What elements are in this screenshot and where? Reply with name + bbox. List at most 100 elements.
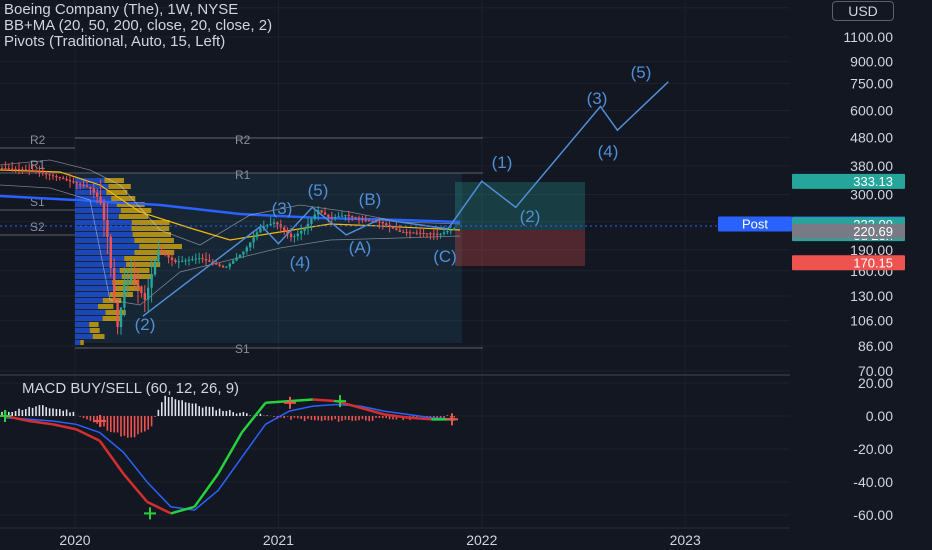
candle-body [140, 286, 143, 294]
candle-body [272, 222, 276, 224]
volume-bar-up [75, 328, 90, 333]
macd-line-segment [312, 398, 337, 403]
legend-pivots-indicator[interactable]: Pivots (Traditional, Auto, 15, Left) [4, 34, 225, 50]
volume-bar-up [75, 322, 90, 327]
candle-body [337, 216, 340, 218]
price-tag-value: 170.15 [853, 255, 893, 270]
candle-body [130, 276, 133, 281]
candle-body [164, 252, 167, 256]
price-tick-label: 900.00 [850, 53, 893, 69]
legend-bbma-indicator[interactable]: BB+MA (20, 50, 200, close, 20, close, 2) [4, 18, 272, 34]
candle-body [85, 185, 89, 187]
candle-body [215, 263, 218, 265]
volume-bar-up [75, 334, 93, 339]
volume-bar-up [75, 238, 135, 243]
volume-bar-down [105, 310, 126, 315]
candle-body [160, 250, 163, 253]
pivot-label: S1 [235, 342, 250, 356]
price-tick-label: 1100.00 [843, 29, 893, 45]
candle-body [361, 219, 364, 221]
candle-body [51, 175, 55, 177]
candle-body [21, 169, 24, 171]
candle-body [177, 261, 180, 263]
candle-body [453, 228, 456, 230]
price-axis-labels: 1400.001100.00900.00750.00600.00480.0038… [842, 0, 893, 379]
wave-label: (A) [349, 238, 372, 257]
time-tick-label: 2022 [466, 532, 497, 548]
wave-label: (C) [433, 247, 457, 266]
candle-body [357, 218, 361, 220]
candle-body [99, 196, 102, 203]
volume-bar-down [124, 256, 158, 261]
candle-body [201, 258, 204, 260]
candle-body [303, 228, 306, 231]
candle-body [378, 221, 381, 223]
volume-bar-up [75, 340, 81, 345]
candle-body [31, 169, 34, 171]
candle-body [41, 172, 44, 174]
volume-bar-down [131, 220, 170, 225]
candle-body [89, 187, 92, 189]
candle-body [72, 181, 75, 183]
candle-body [398, 230, 401, 232]
candle-body [45, 173, 48, 175]
chart-legend-title[interactable]: Boeing Company (The), 1W, NYSE [4, 2, 238, 18]
pivot-label: R1 [235, 168, 251, 182]
candle-body [150, 274, 153, 288]
candle-body [208, 260, 211, 262]
candle-body [252, 237, 255, 243]
volume-bar-down [134, 238, 174, 243]
candle-body [425, 233, 429, 235]
candle-body [123, 284, 126, 308]
candle-body [259, 227, 262, 233]
candle-body [391, 226, 395, 229]
volume-bar-down [132, 232, 172, 237]
candle-body [415, 232, 418, 234]
price-tick-label: 130.00 [850, 288, 893, 304]
volume-bar-down [131, 226, 170, 231]
macd-legend[interactable]: MACD BUY/SELL (60, 12, 26, 9) [22, 380, 239, 397]
candle-body [238, 254, 242, 258]
price-tick-label: 750.00 [850, 75, 893, 91]
candle-body [143, 293, 146, 300]
volume-bar-up [75, 250, 135, 255]
macd-tick-label: 20.00 [858, 375, 893, 391]
macd-line-segment [289, 398, 313, 403]
candle-body [109, 237, 112, 268]
volume-bar-up [75, 304, 99, 309]
candle-body [92, 188, 95, 193]
price-tick-label: 380.00 [850, 158, 893, 174]
candle-body [381, 221, 384, 224]
candle-body [221, 265, 225, 268]
price-chart[interactable]: R2R1S1S2R2R1S1 (2)(3)(4)(5)(A)(B)(C)(1)(… [0, 0, 932, 550]
candle-body [7, 168, 10, 170]
candle-body [153, 261, 157, 275]
candle-body [68, 180, 72, 182]
candle-body [395, 228, 398, 231]
candle-body [17, 169, 21, 171]
candle-body [147, 287, 150, 300]
candle-body [113, 268, 116, 302]
position-loss-zone [455, 230, 585, 266]
candle-body [75, 182, 78, 184]
candle-body [119, 307, 123, 327]
volume-bar-down [89, 322, 99, 327]
candle-body [296, 233, 299, 237]
candle-body [255, 232, 259, 238]
candle-body [313, 214, 316, 220]
wave-label: (5) [631, 63, 652, 82]
candle-body [58, 177, 61, 179]
candle-body [368, 220, 371, 222]
volume-bar-down [113, 286, 140, 291]
candle-body [327, 214, 330, 217]
currency-selector[interactable]: USD [832, 1, 894, 21]
candle-body [300, 230, 303, 234]
wave-label: (3) [587, 89, 608, 108]
wave-label: (2) [135, 315, 156, 334]
candle-body [174, 259, 177, 262]
candle-body [306, 223, 310, 229]
candle-body [347, 215, 350, 217]
candle-body [106, 220, 109, 237]
candle-body [429, 233, 432, 235]
candle-body [249, 242, 252, 248]
